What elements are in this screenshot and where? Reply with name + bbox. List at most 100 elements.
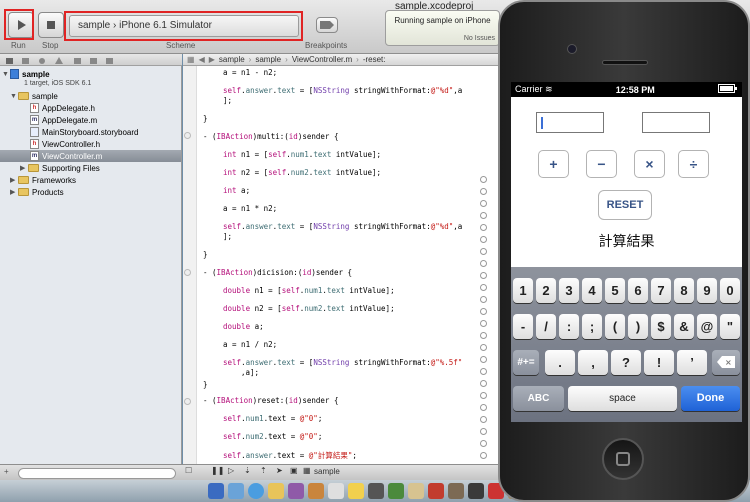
finder-icon[interactable]: [208, 483, 224, 499]
launchpad-icon[interactable]: [228, 483, 244, 499]
key-more-symbols[interactable]: #+=: [513, 350, 539, 375]
plus-button[interactable]: +: [538, 150, 569, 178]
safari-icon[interactable]: [248, 483, 264, 499]
key-7[interactable]: 7: [651, 278, 671, 303]
outlet-connection-dot[interactable]: [480, 272, 487, 279]
key-hyphen[interactable]: -: [513, 314, 533, 339]
key-question[interactable]: ?: [611, 350, 641, 375]
key-8[interactable]: 8: [674, 278, 694, 303]
space-key[interactable]: space: [568, 386, 677, 411]
app-icon[interactable]: [388, 483, 404, 499]
jump-crumb-group[interactable]: sample: [255, 55, 281, 64]
outlet-connection-dot[interactable]: [480, 236, 487, 243]
key-0[interactable]: 0: [720, 278, 740, 303]
key-semicolon[interactable]: ;: [582, 314, 602, 339]
stop-button[interactable]: [38, 12, 64, 38]
outlet-connection-dot[interactable]: [480, 176, 487, 183]
multiply-button[interactable]: ×: [634, 150, 665, 178]
outlet-connection-dot[interactable]: [480, 368, 487, 375]
fold-marker[interactable]: [184, 398, 191, 405]
key-at[interactable]: @: [697, 314, 717, 339]
key-slash[interactable]: /: [536, 314, 556, 339]
nav-item-appdelegate-m[interactable]: m AppDelegate.m: [0, 114, 181, 126]
nav-item-products[interactable]: ▶ Products: [0, 186, 181, 198]
key-quote[interactable]: ": [720, 314, 740, 339]
source-editor[interactable]: a = n1 - n2; self.answer.text = [NSStrin…: [197, 66, 500, 464]
reset-button[interactable]: RESET: [598, 190, 652, 220]
outlet-connection-dot[interactable]: [480, 428, 487, 435]
outlet-connection-dot[interactable]: [480, 356, 487, 363]
outlet-connection-dot[interactable]: [480, 380, 487, 387]
step-over-icon[interactable]: ▷: [228, 466, 234, 475]
outlet-connection-dot[interactable]: [480, 284, 487, 291]
outlet-connection-dot[interactable]: [480, 332, 487, 339]
home-button[interactable]: [602, 438, 644, 480]
key-comma[interactable]: ,: [578, 350, 608, 375]
app-icon[interactable]: [448, 483, 464, 499]
nav-item-supporting-files[interactable]: ▶ Supporting Files: [0, 162, 181, 174]
nav-item-storyboard[interactable]: MainStoryboard.storyboard: [0, 126, 181, 138]
jump-crumb-method[interactable]: -reset:: [363, 55, 386, 64]
disclosure-closed-icon[interactable]: ▶: [10, 188, 18, 196]
app-icon[interactable]: [428, 483, 444, 499]
outlet-connection-dot[interactable]: [480, 404, 487, 411]
nav-item-sample-folder[interactable]: ▼ sample: [0, 90, 181, 102]
outlet-connection-dot[interactable]: [480, 200, 487, 207]
outlet-connection-dot[interactable]: [480, 320, 487, 327]
key-period[interactable]: .: [545, 350, 575, 375]
scope-icon[interactable]: ☐: [185, 466, 192, 475]
location-icon[interactable]: ➤: [276, 466, 283, 475]
forward-arrow-icon[interactable]: ▶: [209, 55, 215, 64]
back-arrow-icon[interactable]: ◀: [199, 55, 205, 64]
disclosure-closed-icon[interactable]: ▶: [20, 164, 28, 172]
nav-item-viewcontroller-m[interactable]: m ViewController.m: [0, 150, 181, 162]
nav-item-frameworks[interactable]: ▶ Frameworks: [0, 174, 181, 186]
jump-crumb-project[interactable]: sample: [219, 55, 245, 64]
key-3[interactable]: 3: [559, 278, 579, 303]
outlet-connection-dot[interactable]: [480, 308, 487, 315]
key-apostrophe[interactable]: ’: [677, 350, 707, 375]
outlet-connection-dot[interactable]: [480, 416, 487, 423]
step-out-icon[interactable]: ⇡: [260, 466, 267, 475]
bottom-breadcrumb[interactable]: sample: [314, 467, 340, 476]
key-2[interactable]: 2: [536, 278, 556, 303]
nav-item-appdelegate-h[interactable]: h AppDelegate.h: [0, 102, 181, 114]
key-ampersand[interactable]: &: [674, 314, 694, 339]
outlet-connection-dot[interactable]: [480, 344, 487, 351]
fold-marker[interactable]: [184, 132, 191, 139]
key-colon[interactable]: :: [559, 314, 579, 339]
add-icon[interactable]: +: [4, 467, 9, 476]
navigator-filter-field[interactable]: [18, 468, 176, 479]
fold-marker[interactable]: [184, 269, 191, 276]
app-icon[interactable]: [408, 483, 424, 499]
thread-icon[interactable]: ▣: [290, 466, 298, 475]
number2-field[interactable]: [642, 112, 710, 133]
app-icon[interactable]: [468, 483, 484, 499]
key-9[interactable]: 9: [697, 278, 717, 303]
app-icon[interactable]: [368, 483, 384, 499]
step-in-icon[interactable]: ⇣: [244, 466, 251, 475]
outlet-connection-dot[interactable]: [480, 224, 487, 231]
key-6[interactable]: 6: [628, 278, 648, 303]
pause-icon[interactable]: ❚❚: [211, 466, 224, 475]
calendar-icon[interactable]: [328, 483, 344, 499]
abc-key[interactable]: ABC: [513, 386, 564, 411]
app-icon[interactable]: [288, 483, 304, 499]
outlet-connection-dot[interactable]: [480, 296, 487, 303]
key-1[interactable]: 1: [513, 278, 533, 303]
key-close-paren[interactable]: ): [628, 314, 648, 339]
related-files-icon[interactable]: ▦: [187, 55, 195, 64]
backspace-key[interactable]: ×: [712, 350, 740, 375]
nav-item-viewcontroller-h[interactable]: h ViewController.h: [0, 138, 181, 150]
key-open-paren[interactable]: (: [605, 314, 625, 339]
outlet-connection-dot[interactable]: [480, 248, 487, 255]
outlet-connection-dot[interactable]: [480, 392, 487, 399]
navigator-selector-bar[interactable]: [0, 54, 182, 66]
number1-field[interactable]: [536, 112, 604, 133]
app-icon[interactable]: [308, 483, 324, 499]
done-key[interactable]: Done: [681, 386, 740, 411]
breakpoints-button[interactable]: [316, 17, 338, 33]
outlet-connection-dot[interactable]: [480, 452, 487, 459]
disclosure-open-icon[interactable]: ▼: [10, 93, 18, 100]
jump-crumb-file[interactable]: ViewController.m: [292, 55, 352, 64]
